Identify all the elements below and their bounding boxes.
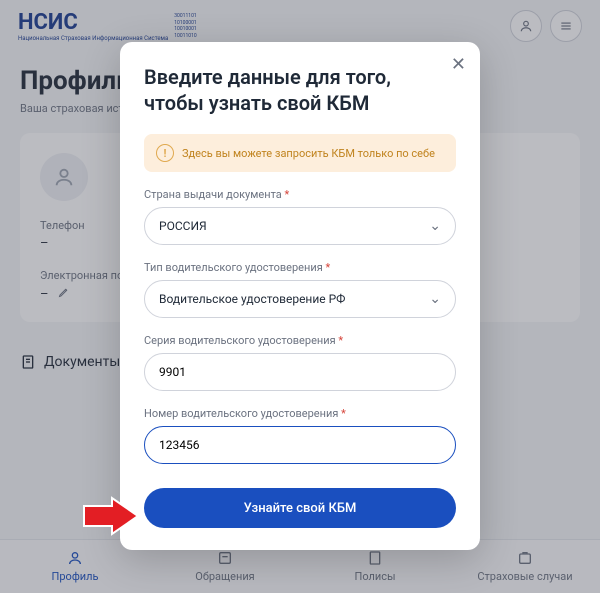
alert-box: ! Здесь вы можете запросить КБМ только п… bbox=[144, 134, 456, 172]
submit-button[interactable]: Узнайте свой КБМ bbox=[144, 488, 456, 528]
series-label: Серия водительского удостоверения * bbox=[144, 334, 456, 347]
type-select[interactable]: Водительское удостоверение РФ ⌄ bbox=[144, 280, 456, 318]
type-group: Тип водительского удостоверения * Водите… bbox=[144, 261, 456, 318]
country-value: РОССИЯ bbox=[159, 219, 207, 233]
alert-text: Здесь вы можете запросить КБМ только по … bbox=[182, 147, 435, 160]
modal-title: Введите данные для того, чтобы узнать св… bbox=[144, 64, 456, 116]
instruction-arrow-icon bbox=[82, 496, 142, 536]
number-group: Номер водительского удостоверения * bbox=[144, 407, 456, 464]
country-select[interactable]: РОССИЯ ⌄ bbox=[144, 207, 456, 245]
chevron-down-icon: ⌄ bbox=[429, 291, 441, 307]
series-input[interactable] bbox=[159, 365, 441, 379]
country-group: Страна выдачи документа * РОССИЯ ⌄ bbox=[144, 188, 456, 245]
info-icon: ! bbox=[156, 144, 174, 162]
series-group: Серия водительского удостоверения * bbox=[144, 334, 456, 391]
type-label: Тип водительского удостоверения * bbox=[144, 261, 456, 274]
kbm-modal: ✕ Введите данные для того, чтобы узнать … bbox=[120, 42, 480, 550]
series-input-wrap[interactable] bbox=[144, 353, 456, 391]
number-label: Номер водительского удостоверения * bbox=[144, 407, 456, 420]
country-label: Страна выдачи документа * bbox=[144, 188, 456, 201]
type-value: Водительское удостоверение РФ bbox=[159, 292, 345, 306]
chevron-down-icon: ⌄ bbox=[429, 218, 441, 234]
number-input[interactable] bbox=[159, 438, 441, 452]
close-icon[interactable]: ✕ bbox=[451, 54, 466, 75]
number-input-wrap[interactable] bbox=[144, 426, 456, 464]
